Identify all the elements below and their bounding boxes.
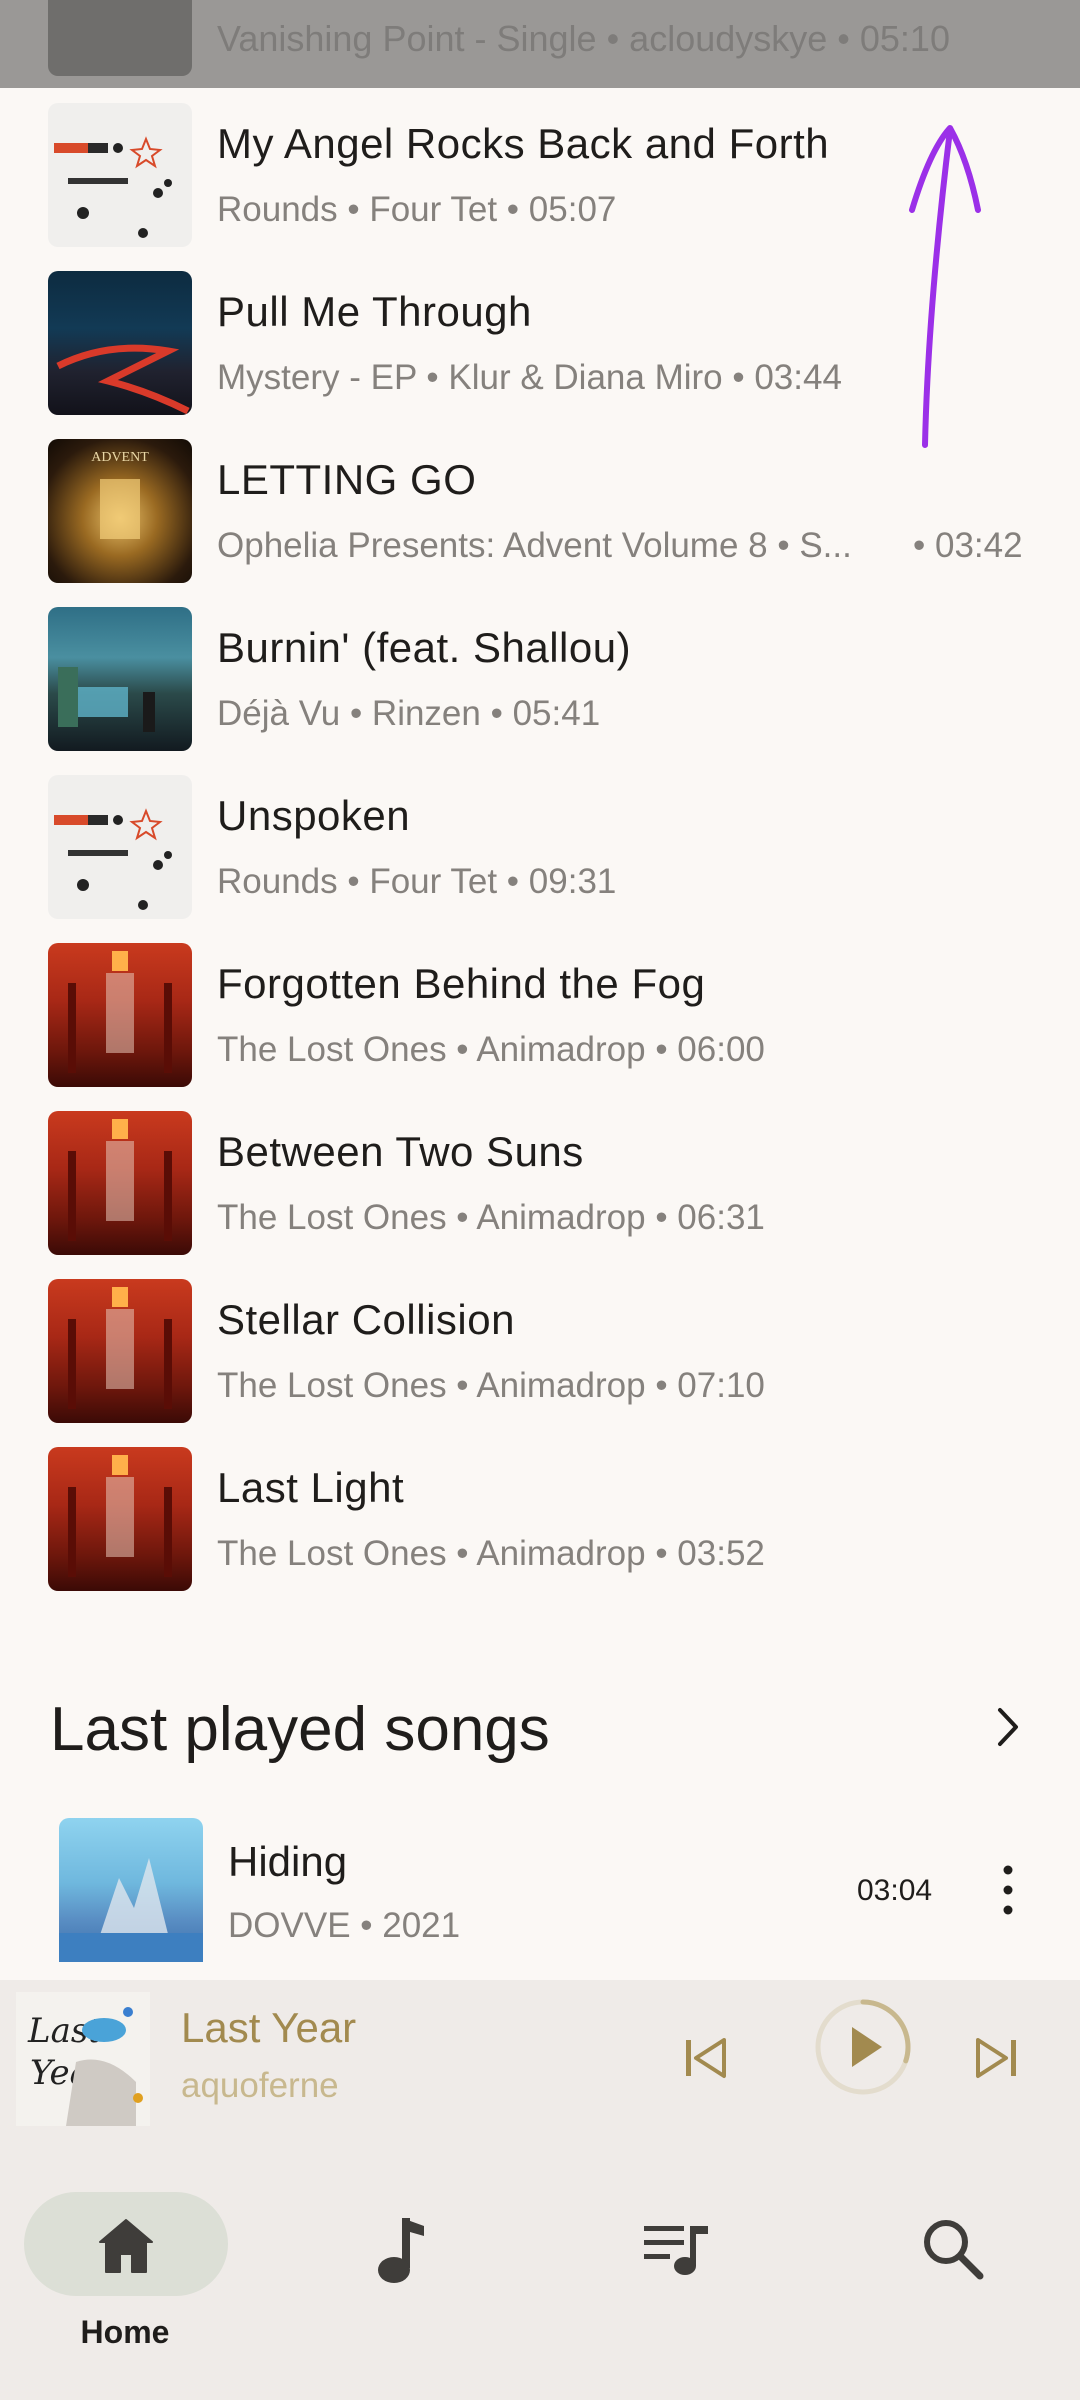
track-artist: aquoferne [181,2066,339,2105]
album-art [48,775,192,919]
album-art [48,607,192,751]
song-meta: Mystery - EP • Klur & Diana Miro • 03:44 [217,358,842,397]
song-duration: • 03:42 [913,526,1023,565]
swipe-up-arrow-icon [909,125,981,448]
queue-music-icon [644,2226,708,2275]
song-title: Hiding [228,1838,348,1885]
song-meta: The Lost Ones • Animadrop • 07:10 [217,1366,765,1405]
song-row[interactable]: Burnin' (feat. Shallou) Déjà Vu • Rinzen… [0,592,1080,760]
song-duration: 03:04 [857,1874,933,1907]
album-art [48,1111,192,1255]
song-title: Stellar Collision [217,1296,515,1343]
song-title: Unspoken [217,792,411,839]
nav-item-songs[interactable] [270,2130,540,2400]
chevron-right-icon[interactable] [988,1702,1028,1752]
last-played-header[interactable]: Last played songs [0,1680,1080,1770]
album-art [48,0,192,76]
song-row[interactable]: Stellar Collision The Lost Ones • Animad… [0,1264,1080,1432]
song-title: LETTING GO [217,456,477,503]
mini-player[interactable]: Last Year Last Year aquoferne [0,1980,1080,2130]
last-played-row[interactable]: Hiding DOVVE • 2021 03:04 [0,1808,1080,1976]
song-meta: The Lost Ones • Animadrop • 06:00 [217,1030,765,1069]
more-vert-icon[interactable] [990,1862,1026,1918]
song-meta: Rounds • Four Tet • 05:07 [217,190,617,229]
song-title: Pull Me Through [217,288,532,335]
section-title: Last played songs [50,1695,550,1764]
song-meta: Ophelia Presents: Advent Volume 8 • S...… [217,526,1023,565]
track-title: Last Year [181,2004,357,2051]
home-icon [99,2219,153,2273]
song-meta: Déjà Vu • Rinzen • 05:41 [217,694,601,733]
album-art [48,1279,192,1423]
song-title: Burnin' (feat. Shallou) [217,624,632,671]
song-row[interactable]: Unspoken Rounds • Four Tet • 09:31 [0,760,1080,928]
song-meta: DOVVE • 2021 [228,1906,461,1945]
svg-text:ADVENT: ADVENT [91,450,149,465]
song-title: Forgotten Behind the Fog [217,960,706,1007]
album-art [48,103,192,247]
song-row[interactable]: Forgotten Behind the Fog The Lost Ones •… [0,928,1080,1096]
album-art: ADVENT [48,439,192,583]
song-meta: The Lost Ones • Animadrop • 06:31 [217,1198,765,1237]
album-art [48,271,192,415]
song-meta: Vanishing Point - Single • acloudyskye •… [217,18,950,59]
nav-item-search[interactable] [810,2130,1080,2400]
skip-previous-icon[interactable] [678,2030,734,2086]
music-note-icon [378,2218,424,2283]
nav-label-home: Home [80,2314,170,2350]
play-icon[interactable] [810,1994,916,2100]
skip-next-icon[interactable] [968,2030,1024,2086]
album-art [48,1447,192,1591]
song-row[interactable]: Last Light The Lost Ones • Animadrop • 0… [0,1432,1080,1600]
song-meta: The Lost Ones • Animadrop • 03:52 [217,1534,765,1573]
album-art [48,943,192,1087]
song-title: My Angel Rocks Back and Forth [217,120,830,167]
nav-item-playlists[interactable] [540,2130,810,2400]
search-icon [924,2220,984,2280]
album-art [59,1818,203,1962]
song-row[interactable]: Between Two Suns The Lost Ones • Animadr… [0,1096,1080,1264]
song-title: Last Light [217,1464,405,1511]
partial-song-row[interactable]: Vanishing Point - Single • acloudyskye •… [0,0,1080,88]
nav-item-home[interactable]: Home [0,2130,270,2400]
song-title: Between Two Suns [217,1128,584,1175]
album-art: Last Year [16,1992,150,2126]
song-meta: Rounds • Four Tet • 09:31 [217,862,617,901]
bottom-nav: Home [0,2130,1080,2400]
